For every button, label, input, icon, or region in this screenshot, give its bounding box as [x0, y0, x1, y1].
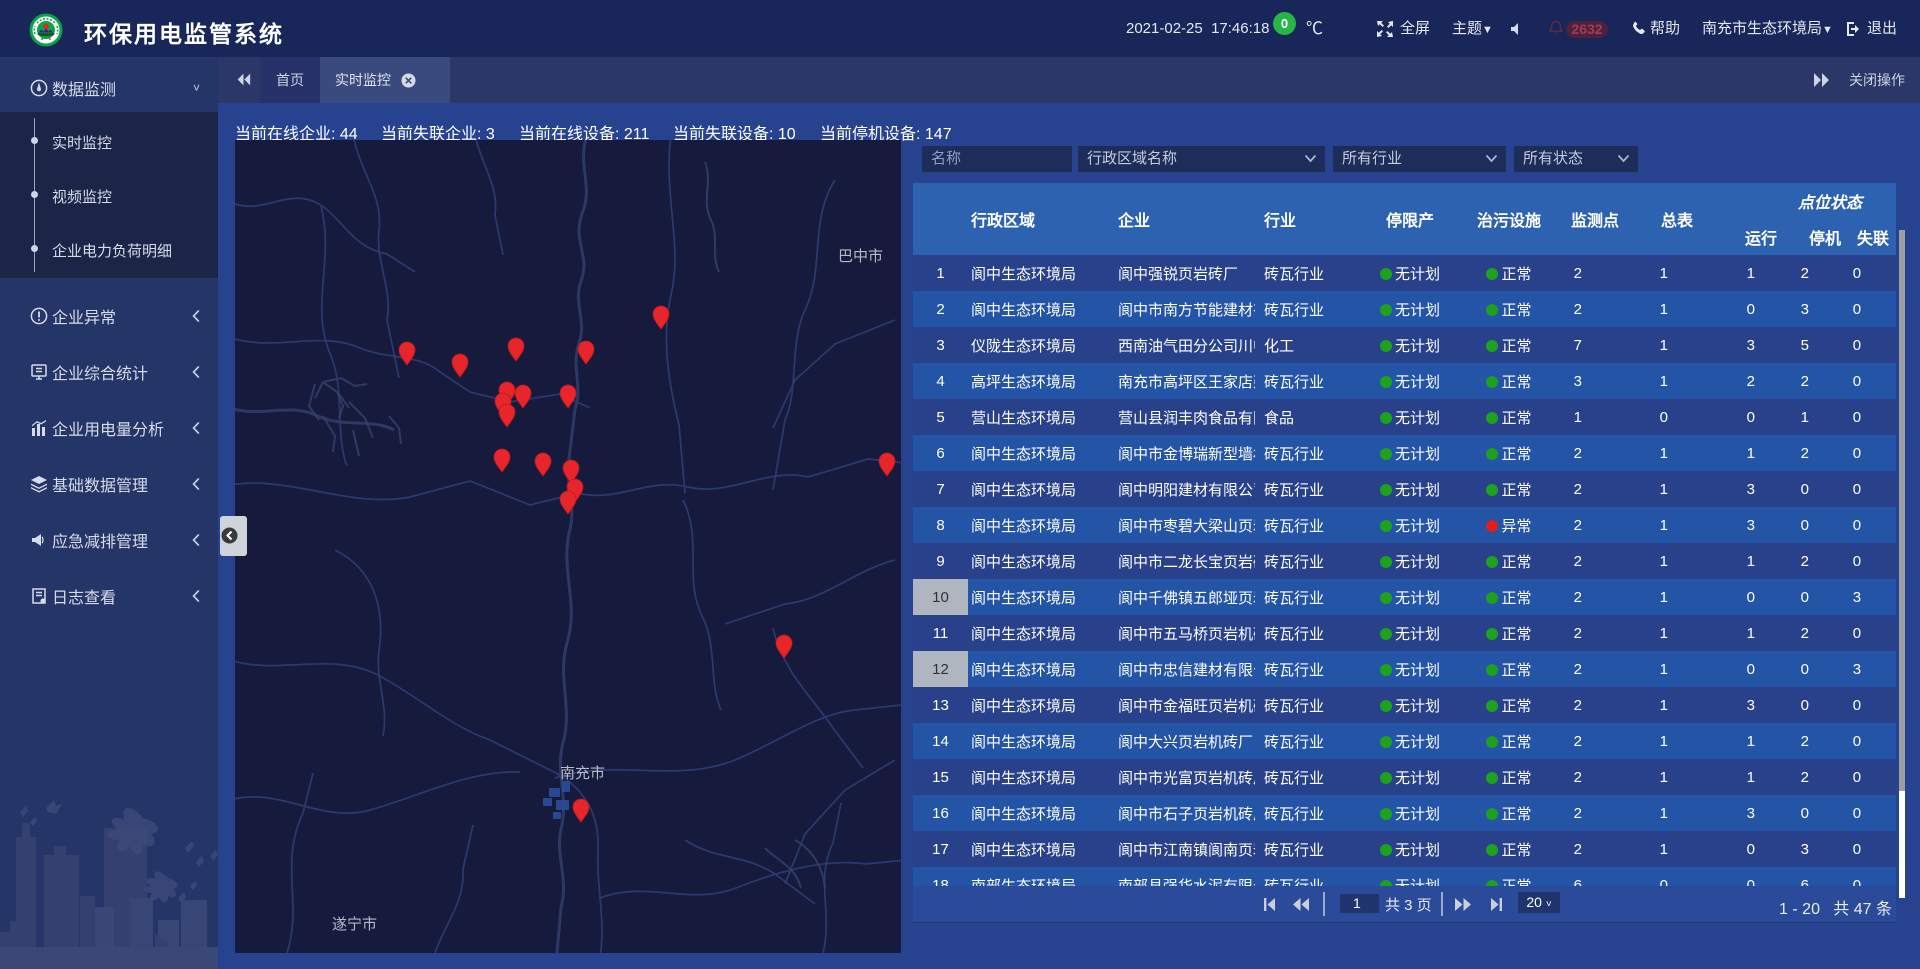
svg-text:巴中市: 巴中市 — [838, 248, 883, 265]
svg-text:南充市: 南充市 — [560, 765, 605, 782]
svg-text:遂宁市: 遂宁市 — [332, 916, 377, 933]
